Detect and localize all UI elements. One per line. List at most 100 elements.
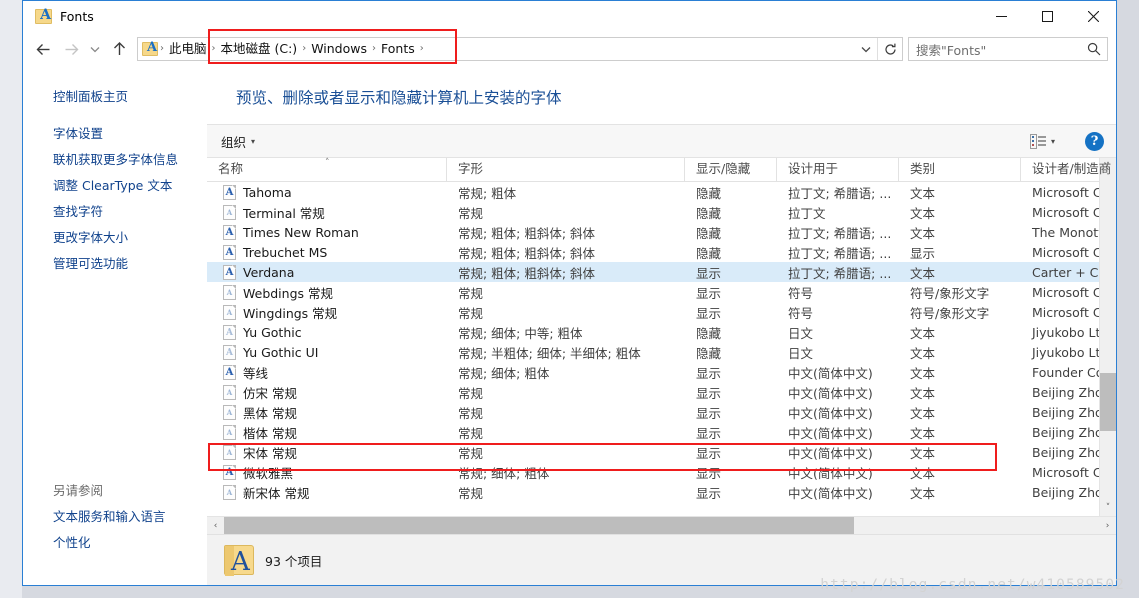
view-options-caret-icon[interactable]: ▾ — [1051, 137, 1055, 146]
list-view-icon[interactable] — [1029, 133, 1047, 149]
cell-designer: Beijing ZhongYi E — [1032, 484, 1099, 500]
cell-name: A 黑体 常规 — [207, 403, 447, 422]
cell-styles: 常规 — [458, 305, 484, 321]
cell-category: 文本 — [910, 205, 936, 221]
horizontal-scroll-track[interactable] — [224, 517, 1099, 534]
search-box[interactable]: 搜索"Fonts" — [908, 37, 1108, 61]
cell-name: A Webdings 常规 — [207, 283, 447, 302]
column-header-3[interactable]: 设计用于 — [777, 158, 899, 181]
search-input[interactable]: 搜索"Fonts" — [909, 40, 1081, 59]
breadcrumb-this-pc[interactable]: 此电脑 — [165, 38, 211, 60]
address-bar-actions — [855, 38, 902, 60]
cell-visibility: 显示 — [696, 485, 722, 501]
table-row[interactable]: A Terminal 常规 常规 隐藏 拉丁文 文本 Microsoft Corpor — [207, 202, 1099, 222]
font-file-icon: A — [223, 324, 236, 340]
sidebar-item-font-settings[interactable]: 字体设置 — [23, 125, 207, 142]
forward-button[interactable] — [57, 35, 85, 63]
chevron-down-icon: ▾ — [251, 136, 256, 146]
table-row[interactable]: A Tahoma 常规; 粗体 隐藏 拉丁文; 希腊语; ... 文本 Microsoft … — [207, 182, 1099, 202]
table-row[interactable]: A 黑体 常规 常规 显示 中文(简体中文) 文本 Beijing ZhongYi E — [207, 402, 1099, 422]
close-button[interactable] — [1070, 1, 1116, 32]
cell-designer: Jiyukobo Ltd. — [1032, 344, 1099, 360]
breadcrumb-local-disk-c[interactable]: 本地磁盘 (C:) — [217, 38, 302, 60]
font-name-label: Tahoma — [243, 184, 292, 200]
help-button[interactable]: ? — [1085, 131, 1104, 151]
sidebar-item-personalization[interactable]: 个性化 — [23, 534, 207, 551]
table-row[interactable]: A 仿宋 常规 常规 显示 中文(简体中文) 文本 Beijing ZhongYi E — [207, 382, 1099, 402]
font-file-icon: A — [223, 344, 236, 360]
scroll-left-button[interactable]: ‹ — [207, 517, 224, 534]
font-file-icon: A — [223, 444, 236, 460]
sidebar-item-text-services-input-languages[interactable]: 文本服务和输入语言 — [23, 508, 207, 525]
table-row[interactable]: A 楷体 常规 常规 显示 中文(简体中文) 文本 Beijing ZhongYi E — [207, 422, 1099, 442]
horizontal-scroll-thumb[interactable] — [224, 517, 854, 534]
font-name-label: 黑体 常规 — [243, 405, 297, 421]
title-bar: A Fonts — [23, 1, 1116, 32]
scroll-right-button[interactable]: › — [1099, 517, 1116, 534]
organize-button[interactable]: 组织 ▾ — [221, 132, 255, 151]
refresh-button[interactable] — [877, 38, 902, 60]
cell-name: A Yu Gothic — [207, 324, 447, 340]
table-row[interactable]: A Webdings 常规 常规 显示 符号 符号/象形文字 Microsoft Corpo… — [207, 282, 1099, 302]
cell-designer: Microsoft Corpor — [1032, 184, 1099, 200]
table-row[interactable]: A Yu Gothic UI 常规; 半粗体; 细体; 半细体; 粗体 隐藏 日文 文本 J… — [207, 342, 1099, 362]
font-list-inner: ˄ 名称 字形 显示/隐藏 设计用于 类别 设计者/制造商 A Tahoma 常规; 粗体隐藏… — [207, 158, 1116, 516]
font-file-icon: A — [223, 464, 236, 480]
cell-name: A Yu Gothic UI — [207, 344, 447, 360]
table-row[interactable]: A 等线 常规; 细体; 粗体 显示 中文(简体中文) 文本 Founder Corpora — [207, 362, 1099, 382]
table-row[interactable]: A 新宋体 常规 常规 显示 中文(简体中文) 文本 Beijing ZhongYi E — [207, 482, 1099, 502]
cell-designer: Beijing ZhongYi E — [1032, 404, 1099, 420]
column-header-1[interactable]: 字形 — [447, 158, 685, 181]
cell-styles: 常规 — [458, 385, 484, 401]
maximize-button[interactable] — [1024, 1, 1070, 32]
table-row[interactable]: A 微软雅黑 常规; 细体; 粗体 显示 中文(简体中文) 文本 Microsoft Cor… — [207, 462, 1099, 482]
sidebar-item-adjust-cleartype-text[interactable]: 调整 ClearType 文本 — [23, 177, 207, 194]
cell-designed_for: 拉丁文; 希腊语; ... — [788, 265, 892, 281]
column-header-row: ˄ 名称 字形 显示/隐藏 设计用于 类别 设计者/制造商 — [207, 158, 1111, 182]
search-icon — [1081, 42, 1107, 56]
vertical-scroll-track[interactable] — [1100, 175, 1116, 499]
cell-designed_for: 日文 — [788, 325, 814, 341]
cell-styles: 常规; 粗体 — [458, 185, 517, 201]
recent-locations-button[interactable] — [85, 35, 105, 63]
address-bar[interactable]: A › 此电脑 › 本地磁盘 (C:) › Windows › Fonts › — [137, 37, 903, 61]
cell-visibility: 隐藏 — [696, 345, 722, 361]
sidebar-item-control-panel-home[interactable]: 控制面板主页 — [23, 88, 207, 105]
horizontal-scrollbar[interactable]: ‹ › — [207, 516, 1116, 534]
cell-name: A Tahoma — [207, 184, 447, 200]
table-row[interactable]: A Times New Roman 常规; 粗体; 粗斜体; 斜体 隐藏 拉丁文; 希腊… — [207, 222, 1099, 242]
sidebar-see-also: 另请参阅 文本服务和输入语言 个性化 — [23, 482, 207, 551]
sidebar-item-get-more-fonts-online[interactable]: 联机获取更多字体信息 — [23, 151, 207, 168]
sidebar-item-change-font-size[interactable]: 更改字体大小 — [23, 229, 207, 246]
cell-designed_for: 中文(简体中文) — [788, 405, 873, 421]
sidebar-item-manage-optional-features[interactable]: 管理可选功能 — [23, 255, 207, 272]
cell-designer: Carter + Cone — [1032, 264, 1099, 280]
table-row[interactable]: A Yu Gothic 常规; 细体; 中等; 粗体 隐藏 日文 文本 Jiyukobo L… — [207, 322, 1099, 342]
vertical-scroll-thumb[interactable] — [1100, 372, 1116, 431]
fonts-explorer-window: A Fonts A › 此电脑 › 本地磁盘 (C:) › Windows › … — [22, 0, 1117, 586]
cell-name: A 仿宋 常规 — [207, 383, 447, 402]
breadcrumb-fonts[interactable]: Fonts — [377, 38, 419, 60]
table-row[interactable]: A Wingdings 常规 常规 显示 符号 符号/象形文字 Microsoft Corp… — [207, 302, 1099, 322]
cell-category: 文本 — [910, 365, 936, 381]
font-name-label: Webdings 常规 — [243, 285, 334, 301]
cell-category: 文本 — [910, 345, 936, 361]
cell-designer: Microsoft Corpor — [1032, 204, 1099, 220]
table-row[interactable]: A 宋体 常规 常规 显示 中文(简体中文) 文本 Beijing ZhongYi E — [207, 442, 1099, 462]
scroll-down-button[interactable]: ˅ — [1100, 499, 1116, 516]
column-header-2[interactable]: 显示/隐藏 — [685, 158, 777, 181]
font-file-icon: A — [223, 184, 236, 200]
vertical-scrollbar[interactable]: ˄ ˅ — [1099, 158, 1116, 516]
up-button[interactable] — [105, 35, 133, 63]
back-button[interactable] — [29, 35, 57, 63]
breadcrumb-windows[interactable]: Windows — [307, 38, 371, 60]
cell-visibility: 隐藏 — [696, 225, 722, 241]
cell-designer: Founder Corpora — [1032, 364, 1099, 380]
column-header-5[interactable]: 设计者/制造商 — [1021, 158, 1139, 181]
minimize-button[interactable] — [978, 1, 1024, 32]
table-row[interactable]: A Verdana 常规; 粗体; 粗斜体; 斜体 显示 拉丁文; 希腊语; ... 文本… — [207, 262, 1099, 282]
table-row[interactable]: A Trebuchet MS 常规; 粗体; 粗斜体; 斜体 隐藏 拉丁文; 希腊语; … — [207, 242, 1099, 262]
sidebar-item-find-a-character[interactable]: 查找字符 — [23, 203, 207, 220]
chevron-down-icon[interactable] — [855, 38, 877, 60]
column-header-4[interactable]: 类别 — [899, 158, 1021, 181]
